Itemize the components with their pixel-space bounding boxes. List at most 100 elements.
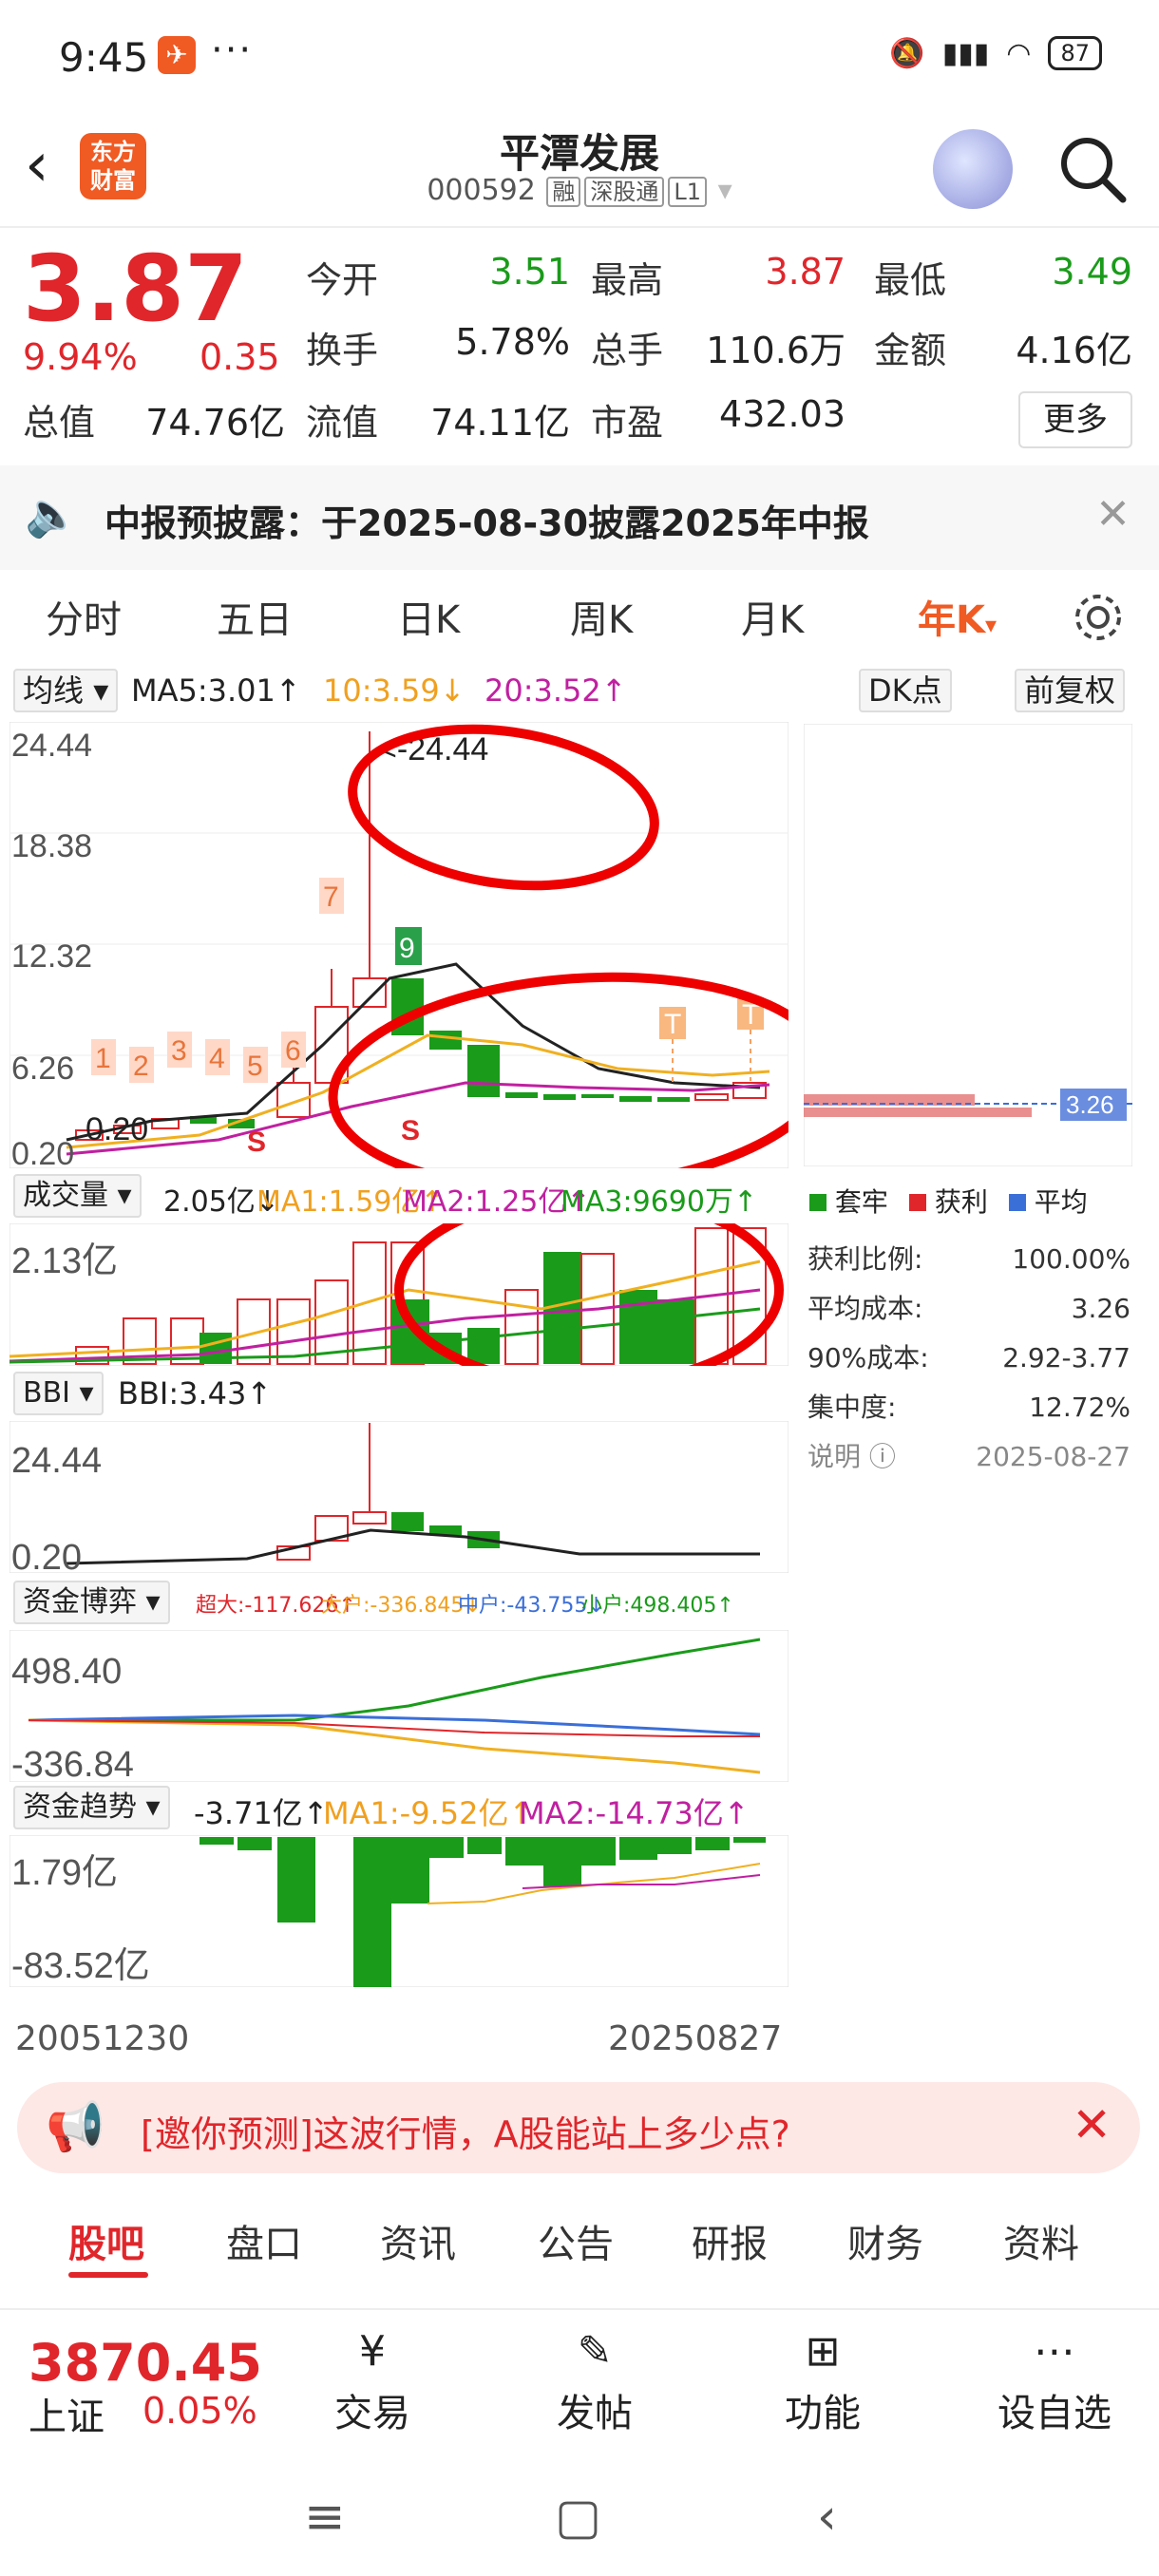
svg-text:0.20: 0.20: [86, 1111, 148, 1147]
svg-text:0.20: 0.20: [11, 1538, 82, 1573]
svg-text:T: T: [664, 1009, 681, 1040]
more-notifications-icon: ···: [211, 28, 254, 72]
change-percent: 9.94%: [23, 336, 138, 378]
svg-text:2.13亿: 2.13亿: [11, 1241, 118, 1281]
menu-icon[interactable]: ≡: [304, 2489, 346, 2546]
svg-text:5: 5: [247, 1051, 263, 1082]
svg-text:-83.52亿: -83.52亿: [11, 1946, 150, 1986]
more-icon: ⋯: [1034, 2327, 1075, 2376]
robot-assistant-icon[interactable]: [933, 129, 1013, 209]
svg-text:9: 9: [399, 933, 415, 964]
float-value: 74.11亿: [430, 402, 570, 444]
tab-intraday[interactable]: 分时: [46, 589, 122, 644]
fund-trend-chart[interactable]: 1.79亿 -83.52亿: [10, 1835, 788, 1987]
tab-research[interactable]: 研报: [692, 2213, 768, 2268]
tab-monthly[interactable]: 月K: [741, 589, 804, 644]
chart-area: 均线 ▾ MA5:3.01↑ 10:3.59↓ 20:3.52↑ DK点 前复权: [0, 665, 1159, 2071]
svg-text:6.26: 6.26: [11, 1051, 74, 1087]
signal-icon: ▮▮▮: [941, 36, 990, 70]
svg-text:24.44: 24.44: [11, 728, 92, 764]
tab-daily[interactable]: 日K: [397, 589, 460, 644]
quote-panel: 3.87 9.94% 0.35 今开 3.51 最高 3.87 最低 3.49 …: [0, 232, 1159, 460]
kline-chart[interactable]: 1 2 3 4 5 6 7 9 S S T T 24.44 18.38 12.3…: [10, 722, 788, 1168]
close-icon[interactable]: ✕: [1072, 2097, 1112, 2152]
index-change: 0.05%: [142, 2390, 257, 2432]
svg-text:2: 2: [133, 1051, 149, 1082]
mktcap-label: 总值: [23, 402, 96, 444]
svg-text:1: 1: [95, 1043, 111, 1074]
tab-announcements[interactable]: 公告: [538, 2213, 614, 2268]
tab-5day[interactable]: 五日: [217, 589, 293, 644]
high-label: 最高: [591, 259, 664, 301]
svg-text:498.40: 498.40: [11, 1652, 122, 1692]
bbi-dropdown[interactable]: BBI ▾: [13, 1372, 104, 1415]
adjust-button[interactable]: 前复权: [1015, 669, 1126, 712]
trade-icon: ¥: [359, 2327, 386, 2376]
tag-margin: 融: [546, 177, 581, 207]
volume-ma3: MA3:9690万↑: [560, 1185, 758, 1219]
fund-game-dropdown[interactable]: 资金博弈 ▾: [13, 1581, 170, 1624]
promo-banner[interactable]: 📢 [邀你预测]这波行情，A股能站上多少点? ✕: [17, 2082, 1140, 2173]
svg-text:0.20: 0.20: [11, 1136, 74, 1168]
open-value: 3.51: [489, 251, 570, 293]
fund-trend-dropdown[interactable]: 资金趋势 ▾: [13, 1786, 170, 1829]
high-value: 3.87: [765, 251, 846, 293]
bbi-chart[interactable]: 24.44 0.20: [10, 1421, 788, 1573]
tab-news[interactable]: 资讯: [380, 2213, 456, 2268]
add-watchlist-button[interactable]: ⋯ 设自选: [978, 2327, 1130, 2437]
dk-button[interactable]: DK点: [859, 669, 952, 712]
search-icon[interactable]: [1054, 131, 1130, 207]
svg-text:18.38: 18.38: [11, 828, 92, 864]
bbi-value: BBI:3.43↑: [118, 1375, 273, 1411]
low-label: 最低: [874, 259, 947, 301]
edit-icon: ✎: [577, 2327, 613, 2376]
last-price: 3.87: [23, 236, 248, 342]
notification-icon: ✈: [158, 36, 196, 74]
status-bar: 9:45 ✈ ··· 🔕 ▮▮▮ ◠ 87: [0, 0, 1159, 114]
open-label: 今开: [306, 259, 379, 301]
mktcap-value: 74.76亿: [145, 402, 285, 444]
system-nav-bar: ≡ ▢ ‹: [0, 2451, 1159, 2576]
tab-yearly[interactable]: 年K▾: [918, 589, 997, 644]
post-button[interactable]: ✎ 发帖: [528, 2327, 661, 2437]
svg-text:-336.84: -336.84: [11, 1745, 134, 1782]
chevron-down-icon[interactable]: ▾: [718, 174, 732, 207]
volume-value: 110.6万: [706, 330, 846, 371]
tab-finance[interactable]: 财务: [847, 2213, 923, 2268]
tab-orderbook[interactable]: 盘口: [226, 2213, 302, 2268]
functions-button[interactable]: ⊞ 功能: [756, 2327, 889, 2437]
index-name: 上证: [28, 2396, 104, 2439]
amount-label: 金额: [874, 330, 947, 371]
fund-trend-ma2: MA2:-14.73亿↑: [519, 1795, 750, 1831]
svg-text:S: S: [401, 1115, 420, 1146]
tab-forum[interactable]: 股吧: [68, 2213, 144, 2268]
tab-profile[interactable]: 资料: [1003, 2213, 1079, 2268]
svg-text:7: 7: [323, 881, 339, 913]
back-nav-icon[interactable]: ‹: [817, 2489, 837, 2546]
pe-value: 432.03: [719, 393, 846, 435]
ma5-value: MA5:3.01↑: [131, 672, 301, 709]
volume-dropdown[interactable]: 成交量 ▾: [13, 1174, 142, 1218]
fund-game-chart[interactable]: 498.40 -336.84: [10, 1630, 788, 1782]
trade-button[interactable]: ¥ 交易: [306, 2327, 439, 2437]
volume-chart[interactable]: 2.13亿: [10, 1223, 788, 1366]
tag-level[interactable]: L1: [668, 177, 708, 207]
home-icon[interactable]: ▢: [555, 2489, 601, 2546]
mute-icon: 🔕: [889, 36, 925, 70]
chip-legend: 套牢 获利 平均: [809, 1182, 1088, 1220]
speaker-icon: 🔈: [25, 488, 80, 540]
chip-distribution[interactable]: 3.26: [804, 724, 1132, 1166]
close-icon[interactable]: ✕: [1095, 490, 1130, 539]
notice-bar[interactable]: 🔈 中报预披露：于2025-08-30披露2025年中报 ✕: [0, 465, 1159, 570]
index-value[interactable]: 3870.45: [28, 2333, 262, 2393]
settings-gear-icon[interactable]: [1072, 591, 1125, 644]
more-button[interactable]: 更多: [1018, 391, 1132, 448]
low-value: 3.49: [1052, 251, 1132, 293]
date-end: 20250827: [608, 2019, 783, 2058]
tab-weekly[interactable]: 周K: [570, 589, 633, 644]
ma20-value: 20:3.52↑: [484, 672, 627, 709]
ma-dropdown[interactable]: 均线 ▾: [13, 669, 119, 712]
svg-text:S: S: [247, 1127, 266, 1158]
turnover-value: 5.78%: [455, 321, 570, 363]
stock-header: ‹ 东方 财富 平潭发展 000592 融深股通 L1 ▾: [0, 114, 1159, 228]
